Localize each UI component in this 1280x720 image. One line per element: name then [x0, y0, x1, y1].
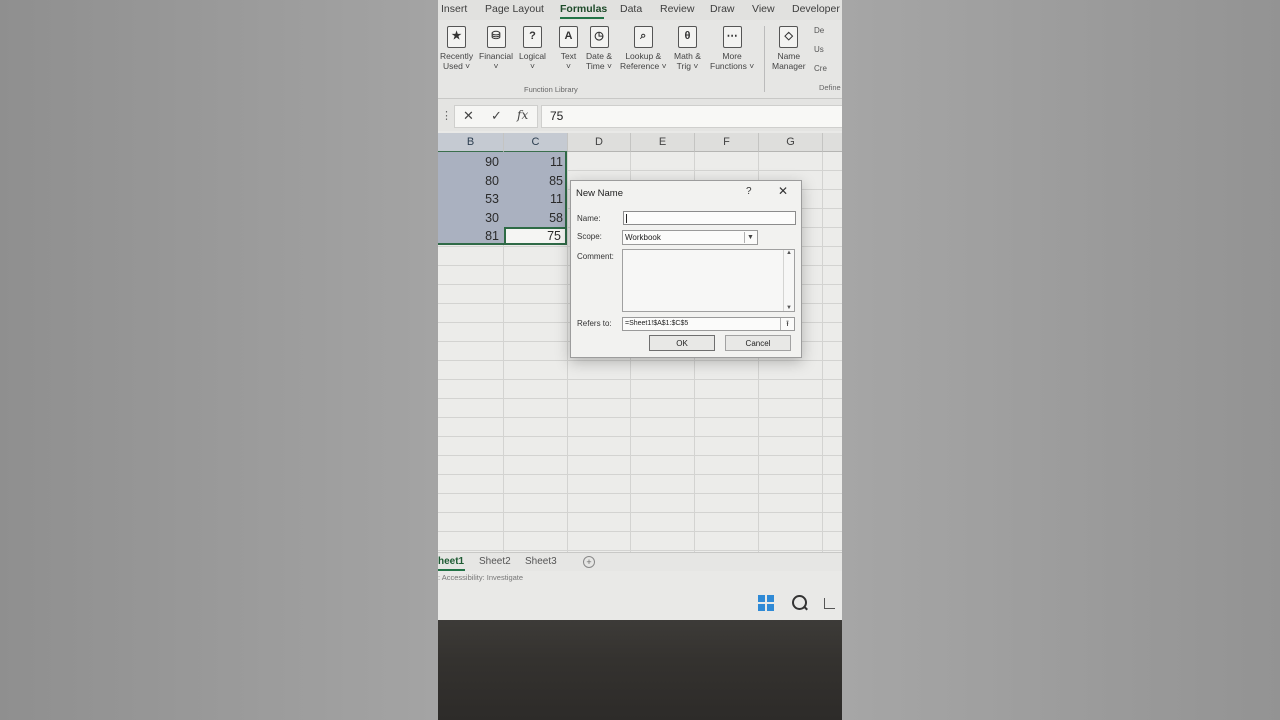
column-header-c[interactable]: C — [504, 133, 568, 153]
sheet-tab-sheet3[interactable]: Sheet3 — [525, 556, 557, 567]
comment-scrollbar[interactable]: ▲ ▼ — [783, 250, 794, 311]
insert-function-icon[interactable]: fx — [517, 108, 528, 122]
text-icon: A — [559, 26, 578, 48]
windows-start-icon[interactable] — [758, 595, 774, 611]
name-label: Name: — [577, 214, 601, 223]
tab-insert[interactable]: Insert — [441, 3, 467, 15]
formula-buttons: ✕ ✓ fx — [454, 105, 538, 128]
help-icon[interactable]: ? — [746, 186, 752, 197]
scroll-down-icon[interactable]: ▼ — [784, 305, 794, 311]
lookup-reference-button[interactable]: ⌕ Lookup & Reference ˅ — [620, 26, 667, 71]
dialog-title: New Name — [576, 188, 623, 199]
cell-b3[interactable]: 53 — [438, 190, 503, 208]
sheet-tab-sheet2[interactable]: Sheet2 — [479, 556, 511, 567]
function-library-label: Function Library — [524, 85, 578, 94]
drag-handle-icon[interactable]: ⋮ — [441, 109, 452, 122]
refers-to-value: =Sheet1!$A$1:$C$5 — [625, 320, 689, 327]
more-functions-button[interactable]: ⋯ More Functions ˅ — [710, 26, 754, 71]
column-header-e[interactable]: E — [631, 133, 695, 152]
tab-formulas[interactable]: Formulas — [560, 3, 607, 15]
cell-c1[interactable]: 11 — [504, 153, 567, 171]
blurred-background-right — [842, 0, 1280, 720]
star-icon: ★ — [447, 26, 467, 48]
define-name-button[interactable]: De — [814, 26, 824, 35]
question-icon: ? — [522, 26, 542, 48]
ok-button[interactable]: OK — [649, 335, 715, 351]
close-icon[interactable]: ✕ — [778, 184, 788, 198]
coins-icon: ⛁ — [486, 26, 506, 48]
logical-button[interactable]: ? Logical ˅ — [519, 26, 546, 71]
name-manager-button[interactable]: ◇ Name Manager — [772, 26, 806, 71]
monitor-bezel — [438, 620, 842, 720]
cell-c5-active[interactable]: 75 — [504, 227, 567, 245]
clock-icon: ◷ — [589, 26, 609, 48]
formula-bar-area: ⋮ ✕ ✓ fx 75 — [438, 99, 842, 131]
column-header-g[interactable]: G — [759, 133, 823, 152]
comment-label: Comment: — [577, 252, 614, 261]
cell-b5[interactable]: 81 — [438, 227, 503, 245]
more-icon: ⋯ — [722, 26, 742, 48]
tab-developer[interactable]: Developer — [792, 3, 840, 15]
cell-c3[interactable]: 11 — [504, 190, 567, 208]
excel-window: Insert Page Layout Formulas Data Review … — [438, 0, 842, 620]
scroll-up-icon[interactable]: ▲ — [784, 250, 794, 256]
date-time-button[interactable]: ◷ Date & Time ˅ — [586, 26, 612, 71]
column-header-b[interactable]: B — [438, 133, 504, 153]
tab-draw[interactable]: Draw — [710, 3, 735, 15]
sheet-tab-bar: heet1 Sheet2 Sheet3 + — [438, 552, 842, 571]
scope-value: Workbook — [625, 233, 661, 242]
column-header-f[interactable]: F — [695, 133, 759, 152]
tab-view[interactable]: View — [752, 3, 775, 15]
blurred-background-left — [0, 0, 438, 720]
search-icon[interactable] — [792, 595, 807, 610]
column-header-d[interactable]: D — [568, 133, 631, 152]
collapse-dialog-icon[interactable]: ⭱ — [780, 318, 794, 330]
sheet-tab-sheet1[interactable]: heet1 — [438, 556, 464, 567]
math-trig-button[interactable]: θ Math & Trig ˅ — [674, 26, 701, 71]
refers-to-label: Refers to: — [577, 319, 612, 328]
formula-input[interactable]: 75 — [541, 105, 842, 128]
tag-icon: ◇ — [779, 26, 799, 48]
column-header-h[interactable] — [823, 133, 842, 152]
comment-textarea[interactable]: ▲ ▼ — [622, 249, 795, 312]
name-input[interactable] — [623, 211, 796, 225]
use-in-formula-button[interactable]: Us — [814, 45, 824, 54]
chevron-down-icon[interactable]: ▼ — [744, 232, 756, 243]
scope-select[interactable]: Workbook ▼ — [622, 230, 758, 245]
cell-c4[interactable]: 58 — [504, 209, 567, 227]
financial-button[interactable]: ⛁ Financial ˅ — [479, 26, 513, 71]
cell-c2[interactable]: 85 — [504, 172, 567, 190]
theta-icon: θ — [677, 26, 697, 48]
tab-review[interactable]: Review — [660, 3, 694, 15]
text-caret — [626, 214, 627, 223]
tab-data[interactable]: Data — [620, 3, 642, 15]
cell-b1[interactable]: 90 — [438, 153, 503, 171]
cell-b2[interactable]: 80 — [438, 172, 503, 190]
ribbon-tabs: Insert Page Layout Formulas Data Review … — [438, 0, 842, 20]
add-sheet-icon[interactable]: + — [583, 556, 595, 568]
active-sheet-indicator — [438, 569, 465, 571]
ribbon: ★ Recently Used ˅ ⛁ Financial ˅ ? Logica… — [438, 20, 842, 99]
taskview-icon[interactable] — [824, 598, 835, 609]
enter-icon[interactable]: ✓ — [491, 108, 502, 124]
new-name-dialog: New Name ? ✕ Name: Scope: Workbook ▼ Com… — [570, 180, 802, 358]
scope-label: Scope: — [577, 232, 602, 241]
active-tab-indicator — [560, 17, 604, 19]
cancel-button[interactable]: Cancel — [725, 335, 791, 351]
ribbon-divider — [764, 26, 765, 92]
cancel-icon[interactable]: ✕ — [463, 108, 474, 124]
cell-b4[interactable]: 30 — [438, 209, 503, 227]
defined-names-label: Define — [819, 83, 841, 92]
status-accessibility[interactable]: : Accessibility: Investigate — [438, 573, 523, 582]
tab-page-layout[interactable]: Page Layout — [485, 3, 544, 15]
create-from-selection-button[interactable]: Cre — [814, 64, 827, 73]
lookup-icon: ⌕ — [633, 26, 653, 48]
refers-to-input[interactable]: =Sheet1!$A$1:$C$5 ⭱ — [622, 317, 795, 331]
formula-value: 75 — [550, 109, 564, 123]
recently-used-button[interactable]: ★ Recently Used ˅ — [440, 26, 473, 71]
text-button[interactable]: A Text ˅ — [559, 26, 578, 71]
